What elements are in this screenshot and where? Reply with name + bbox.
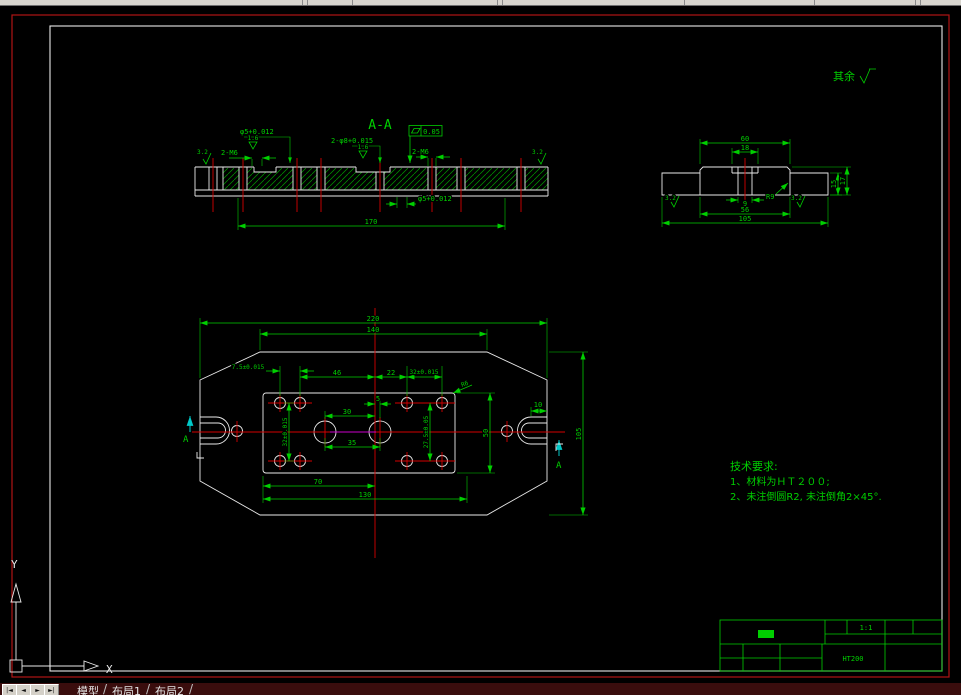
section-hatch (223, 168, 548, 190)
svg-text:3.2: 3.2 (532, 149, 543, 156)
title-block: 1:1 HT200 (719, 619, 943, 672)
dim-10: 10 (534, 401, 542, 409)
dim-18: 18 (741, 144, 749, 152)
dim-56: 56 (741, 206, 749, 214)
dim-50: 50 (482, 429, 490, 437)
tab-layout2[interactable]: 布局2 (155, 683, 184, 695)
tab-separator: / (189, 683, 194, 695)
dim-30: 30 (343, 408, 351, 416)
roughness-3_2-right: 3.2 (531, 148, 547, 165)
ucs-icon: Y X (9, 558, 113, 676)
svg-text:1.6: 1.6 (358, 144, 369, 151)
roughness-3_2-left: 3.2 (196, 148, 212, 165)
tech-req-item2: 2、未注倒圆R2, 未注倒角2×45°. (730, 490, 882, 503)
dim-pair-left: 7.5±0.015 (232, 364, 265, 371)
section-mark-a-left: A (183, 435, 189, 445)
title-block-scale: 1:1 (860, 624, 873, 632)
drawing-limits-frame (11, 14, 950, 678)
flatness-value: 0.05 (423, 128, 440, 136)
dim-phi5-bottom: φ5+0.012 (418, 195, 452, 203)
tab-nav-first-button[interactable]: |◄ (2, 684, 17, 695)
ucs-x-label: X (106, 663, 113, 676)
tab-nav-last-button[interactable]: ►| (44, 684, 59, 695)
dim-105-side: 105 (739, 215, 752, 223)
roughness-3_2-side-left: 3.2 (664, 194, 680, 208)
dim-220: 220 (367, 315, 380, 323)
title-block-name-placeholder (758, 630, 774, 638)
tab-model[interactable]: 模型 (77, 683, 99, 695)
section-mark-a-right: A (556, 461, 562, 471)
section-title: A-A (368, 118, 392, 133)
dim-r6: R6 (460, 380, 470, 389)
flatness-icon (410, 128, 421, 134)
tab-nav-first-icon: |◄ (6, 687, 13, 694)
svg-text:1.6: 1.6 (248, 135, 259, 142)
ucs-y-label: Y (11, 558, 18, 571)
section-cut-marks: A A (182, 415, 563, 472)
svg-text:3.2: 3.2 (791, 195, 802, 202)
tab-separator: / (103, 683, 108, 695)
dim-140: 140 (367, 326, 380, 334)
dim-46: 46 (333, 369, 341, 377)
dim-15: 15 (830, 180, 838, 188)
layout-tab-bar: |◄ ◄ ► ►| 模型 / 布局1 / 布局2 / (0, 683, 961, 695)
dim-r9: R9 (766, 193, 774, 201)
cad-window: A-A 0.05 φ5+0.012 1.6 2-M6 3.2 2-φ8+0.01… (0, 0, 961, 695)
tech-requirements: 技术要求: 1、材料为ＨＴ２００; 2、未注倒圆R2, 未注倒角2×45°. (730, 460, 882, 503)
general-roughness-icon (859, 68, 876, 84)
plan-centerlines (192, 308, 565, 558)
dim-35: 35 (348, 439, 356, 447)
tab-separator: / (146, 683, 151, 695)
tab-nav-last-icon: ►| (48, 687, 55, 694)
roughness-3_2-side-right: 3.2 (790, 194, 806, 208)
roughness-1_6-left: 1.6 (246, 134, 260, 150)
dim-pair-right: 32±0.015 (410, 369, 439, 376)
roughness-1_6-mid: 1.6 (356, 143, 370, 159)
dim-17: 17 (839, 177, 847, 185)
left-slot-inner (200, 422, 226, 439)
title-block-material: HT200 (842, 655, 863, 663)
tab-layout1[interactable]: 布局1 (112, 683, 141, 695)
tech-req-item1: 1、材料为ＨＴ２００; (730, 475, 830, 488)
section-view-aa: A-A 0.05 φ5+0.012 1.6 2-M6 3.2 2-φ8+0.01… (194, 117, 549, 230)
svg-text:3.2: 3.2 (665, 195, 676, 202)
plan-view: A A 220 140 7.5±0.015 46 22 32±0.015 5 3… (182, 308, 588, 558)
tab-nav-prev-button[interactable]: ◄ (16, 684, 31, 695)
dim-2m6-left: 2-M6 (221, 149, 238, 157)
drawing-canvas[interactable]: A-A 0.05 φ5+0.012 1.6 2-M6 3.2 2-φ8+0.01… (0, 0, 961, 695)
dim-vertical-right: 27.5±0.05 (423, 415, 430, 448)
dim-vertical-left: 32±0.015 (282, 417, 289, 446)
dim-70: 70 (314, 478, 322, 486)
general-roughness-note: 其余 (833, 69, 855, 83)
dim-105-plan: 105 (575, 428, 583, 441)
dim-22: 22 (387, 369, 395, 377)
dim-2m6-right: 2-M6 (412, 148, 429, 156)
svg-text:3.2: 3.2 (197, 149, 208, 156)
dim-170: 170 (365, 218, 378, 226)
tab-nav-next-icon: ► (35, 687, 40, 694)
dim-5: 5 (376, 395, 380, 403)
dim-60: 60 (741, 135, 749, 143)
right-slot-inner (521, 422, 547, 439)
tech-req-title: 技术要求: (730, 460, 778, 473)
plan-outline (199, 351, 548, 516)
dim-130: 130 (359, 491, 372, 499)
side-view: 60 18 9 56 105 15 17 R9 3.2 3.2 (661, 134, 851, 227)
paper-border (49, 25, 943, 672)
tab-nav-prev-icon: ◄ (21, 687, 26, 694)
tab-nav-next-button[interactable]: ► (30, 684, 45, 695)
